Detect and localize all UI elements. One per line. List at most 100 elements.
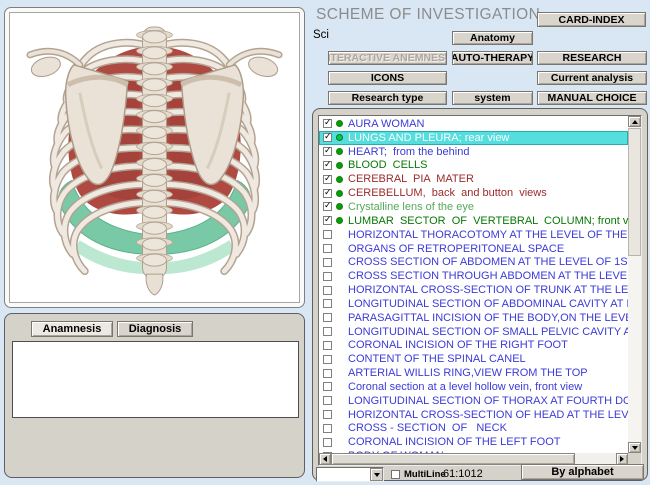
scrollbar-vertical[interactable]: [628, 116, 641, 453]
item-label: Crystalline lens of the eye: [348, 201, 474, 213]
item-checkbox[interactable]: [323, 313, 332, 322]
item-checkbox[interactable]: ✓: [323, 202, 332, 211]
list-item[interactable]: HORIZONTAL THORACOTOMY AT THE LEVEL OF T…: [319, 228, 628, 242]
item-checkbox[interactable]: ✓: [323, 119, 332, 128]
item-checkbox[interactable]: [323, 355, 332, 364]
current-analysis-button[interactable]: Current analysis: [537, 71, 647, 85]
item-checkbox[interactable]: [323, 286, 332, 295]
multiline-label: MultiLine: [404, 469, 446, 480]
item-checkbox[interactable]: ✓: [323, 175, 332, 184]
item-label: CROSS SECTION OF ABDOMEN AT THE LEVEL OF…: [348, 256, 628, 268]
list-item[interactable]: HORIZONTAL CROSS-SECTION OF TRUNK AT THE…: [319, 283, 628, 297]
list-item[interactable]: CONTENT OF THE SPINAL CANEL: [319, 352, 628, 366]
chevron-left-icon: [323, 456, 327, 462]
auto-therapy-button[interactable]: AUTO-THERAPY: [452, 51, 533, 65]
list-item[interactable]: ✓HEART; from the behind: [319, 145, 628, 159]
organ-list[interactable]: ✓AURA WOMAN✓LUNGS AND PLEURA; rear view✓…: [318, 115, 642, 466]
item-checkbox[interactable]: [323, 410, 332, 419]
item-checkbox[interactable]: ✓: [323, 133, 332, 142]
list-mode-combobox[interactable]: [316, 467, 384, 482]
item-checkbox[interactable]: [323, 396, 332, 405]
list-item[interactable]: ✓LUNGS AND PLEURA; rear view: [319, 131, 628, 145]
organ-list-rows: ✓AURA WOMAN✓LUNGS AND PLEURA; rear view✓…: [319, 117, 628, 453]
anatomy-image-frame: [9, 12, 300, 303]
item-checkbox[interactable]: ✓: [323, 161, 332, 170]
list-item[interactable]: ARTERIAL WILLIS RING,VIEW FROM THE TOP: [319, 366, 628, 380]
research-button[interactable]: RESEARCH: [537, 51, 647, 65]
item-label: BLOOD CELLS: [348, 159, 427, 171]
item-checkbox[interactable]: [323, 424, 332, 433]
list-item[interactable]: ✓ CEREBRAL PIA MATER: [319, 172, 628, 186]
list-item[interactable]: CROSS - SECTION OF NECK: [319, 422, 628, 436]
anatomy-button[interactable]: Anatomy: [452, 31, 533, 45]
organ-list-panel: ✓AURA WOMAN✓LUNGS AND PLEURA; rear view✓…: [312, 108, 648, 481]
list-item[interactable]: LONGITUDINAL SECTION OF ABDOMINAL CAVITY…: [319, 297, 628, 311]
list-item[interactable]: CORONAL INCISION OF THE LEFT FOOT: [319, 435, 628, 449]
item-label: CORONAL INCISION OF THE LEFT FOOT: [348, 436, 561, 448]
item-bullet-icon: [336, 203, 343, 210]
item-checkbox[interactable]: [323, 258, 332, 267]
tab-anamnesis[interactable]: Anamnesis: [31, 321, 113, 337]
item-bullet-icon: [336, 217, 343, 224]
icons-button[interactable]: ICONS: [328, 71, 447, 85]
item-label: CROSS SECTION THROUGH ABDOMEN AT THE LEV…: [348, 270, 628, 282]
list-item[interactable]: ✓CEREBELLUM, back and button views: [319, 186, 628, 200]
item-label: CROSS - SECTION OF NECK: [348, 422, 507, 434]
by-alphabet-button[interactable]: By alphabet: [521, 464, 644, 480]
list-item[interactable]: CORONAL INCISION OF THE RIGHT FOOT: [319, 339, 628, 353]
anamnesis-textarea[interactable]: [12, 341, 299, 418]
sci-label: Sci: [313, 29, 329, 41]
item-checkbox[interactable]: [323, 244, 332, 253]
list-item[interactable]: ORGANS OF RETROPERITONEAL SPACE: [319, 242, 628, 256]
item-bullet-icon: [336, 148, 343, 155]
chevron-right-icon: [620, 456, 624, 462]
item-label: LUMBAR SECTOR OF VERTEBRAL COLUMN; front…: [348, 215, 628, 227]
list-item[interactable]: HORIZONTAL CROSS-SECTION OF HEAD AT THE …: [319, 408, 628, 422]
chevron-down-icon: [632, 446, 638, 450]
list-item[interactable]: CROSS SECTION OF ABDOMEN AT THE LEVEL OF…: [319, 255, 628, 269]
list-item[interactable]: CROSS SECTION THROUGH ABDOMEN AT THE LEV…: [319, 269, 628, 283]
manual-choice-button[interactable]: MANUAL CHOICE: [537, 91, 647, 105]
anatomy-panel: [4, 7, 305, 308]
combobox-dropdown-button[interactable]: [370, 468, 383, 481]
item-label: HORIZONTAL CROSS-SECTION OF HEAD AT THE …: [348, 409, 628, 421]
item-checkbox[interactable]: [323, 438, 332, 447]
scroll-up-button[interactable]: [628, 116, 641, 127]
item-label: HORIZONTAL CROSS-SECTION OF TRUNK AT THE…: [348, 284, 628, 296]
card-index-button[interactable]: CARD-INDEX: [537, 12, 646, 27]
item-checkbox[interactable]: [323, 299, 332, 308]
list-item[interactable]: Coronal section at a level hollow vein, …: [319, 380, 628, 394]
list-item[interactable]: ✓ Crystalline lens of the eye: [319, 200, 628, 214]
item-checkbox[interactable]: [323, 341, 332, 350]
item-bullet-icon: [336, 134, 343, 141]
list-item[interactable]: PARASAGITTAL INCISION OF THE BODY,ON THE…: [319, 311, 628, 325]
item-label: LONGITUDINAL SECTION OF THORAX AT FOURTH…: [348, 395, 628, 407]
item-label: ORGANS OF RETROPERITONEAL SPACE: [348, 243, 564, 255]
item-label: Coronal section at a level hollow vein, …: [348, 381, 582, 393]
item-bullet-icon: [336, 162, 343, 169]
item-checkbox[interactable]: ✓: [323, 216, 332, 225]
item-checkbox[interactable]: [323, 272, 332, 281]
item-label: ARTERIAL WILLIS RING,VIEW FROM THE TOP: [348, 367, 588, 379]
item-checkbox[interactable]: ✓: [323, 189, 332, 198]
multiline-checkbox[interactable]: [391, 470, 400, 479]
scrollbar-thumb-vertical[interactable]: [628, 128, 641, 256]
anamnesis-panel: Anamnesis Diagnosis: [4, 313, 305, 478]
item-label: LONGITUDINAL SECTION OF SMALL PELVIC CAV…: [348, 326, 628, 338]
list-item[interactable]: ✓ BLOOD CELLS: [319, 159, 628, 173]
research-type-button[interactable]: Research type: [328, 91, 447, 105]
list-item[interactable]: ✓AURA WOMAN: [319, 117, 628, 131]
item-checkbox[interactable]: [323, 230, 332, 239]
item-checkbox[interactable]: [323, 382, 332, 391]
item-checkbox[interactable]: ✓: [323, 147, 332, 156]
system-button[interactable]: system: [452, 91, 533, 105]
list-item[interactable]: LONGITUDINAL SECTION OF THORAX AT FOURTH…: [319, 394, 628, 408]
tab-diagnosis[interactable]: Diagnosis: [117, 321, 193, 337]
scroll-down-button[interactable]: [628, 442, 641, 453]
list-item[interactable]: ✓ LUMBAR SECTOR OF VERTEBRAL COLUMN; fron…: [319, 214, 628, 228]
list-item[interactable]: LONGITUDINAL SECTION OF SMALL PELVIC CAV…: [319, 325, 628, 339]
item-checkbox[interactable]: [323, 369, 332, 378]
item-checkbox[interactable]: [323, 327, 332, 336]
item-label: CEREBRAL PIA MATER: [348, 173, 474, 185]
scroll-left-button[interactable]: [319, 453, 331, 465]
